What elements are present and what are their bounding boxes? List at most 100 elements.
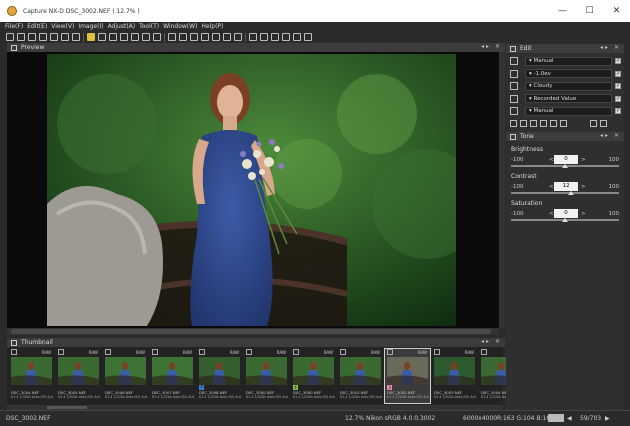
preview-controls[interactable]: ◂▸ ✕ [481,43,502,50]
thumbnail-view-icon[interactable] [87,33,95,41]
thumbnail-checkbox[interactable] [293,349,299,355]
edit-row-checkbox[interactable]: ✓ [615,108,621,114]
control-point-icon[interactable] [234,33,242,41]
thumbnail-item[interactable]: RAW 3 DSC_3002.NEF f/1.4 1/320s Auto ISO Au… [384,348,431,404]
edit-dropdown[interactable]: ▾ Manual [525,106,612,116]
thumbnail-checkbox[interactable] [434,349,440,355]
rotate-icon[interactable] [201,33,209,41]
preview-area[interactable] [7,52,499,328]
fullscreen-icon[interactable] [109,33,117,41]
thumbnail-item[interactable]: RAW 4 DSC_3000.NEF f/1.4 1/320s Auto ISO Au… [291,349,336,403]
preview-vertical-scrollbar[interactable] [499,52,505,328]
filmstrip-icon[interactable] [142,33,150,41]
edit-row-checkbox[interactable]: ✓ [615,70,621,77]
thumbnail-checkbox[interactable] [152,349,158,355]
thumbnail-checkbox[interactable] [58,349,64,355]
thumbnail-checkbox[interactable] [481,349,487,355]
thumbnail-item[interactable]: RAW DSC_3000.NEF f/1.4 1/320s Auto ISO Aut [244,349,289,403]
slider-value-input[interactable]: 0 [554,209,578,218]
menu-window[interactable]: Window(W) [163,23,197,30]
thumbnail-checkbox[interactable] [199,349,205,355]
minimize-button[interactable]: — [549,0,576,22]
menu-help[interactable]: Help(P) [201,23,223,30]
thumbnail-item[interactable]: RAW DSC_3001.NEF f/1.4 1/320s Auto ISO Aut [338,349,383,403]
edit-row-checkbox[interactable]: ✓ [615,58,621,64]
prev-image-button[interactable]: ◀ [567,415,572,422]
straighten-tool-icon[interactable] [520,120,527,127]
edit-row-checkbox[interactable]: ✓ [615,83,621,89]
thumbnail-item[interactable]: RAW DSC_3003.NEF f/1.4 1/320s Auto ISO Aut [432,349,477,403]
crop-icon[interactable] [168,33,176,41]
thumbnail-item[interactable]: RAW DSC_3005.NEF f/1.4 1/320s Auto ISO Aut [56,349,101,403]
batch-icon[interactable] [50,33,58,41]
single-view-icon[interactable] [98,33,106,41]
tone-controls[interactable]: ◂▸ ✕ [600,132,621,139]
redeye-icon[interactable] [223,33,231,41]
thumbnail-checkbox[interactable] [246,349,252,355]
slider-track[interactable] [511,192,619,194]
levels-tool-icon[interactable] [530,120,537,127]
menu-adjust[interactable]: Adjust(A) [108,23,136,30]
lens-tool-icon[interactable] [550,120,557,127]
filter-clear-icon[interactable] [304,33,312,41]
slider-decrement[interactable]: < [549,211,554,217]
slider-decrement[interactable]: < [549,157,554,163]
rotate-tool-icon[interactable] [540,120,547,127]
star-icon[interactable] [282,33,290,41]
thumbnail-checkbox[interactable] [340,349,346,355]
slider-increment[interactable]: > [581,157,586,163]
slider-value-input[interactable]: 12 [554,182,578,191]
preview-horizontal-scrollbar[interactable] [7,328,499,335]
compare-2-icon[interactable] [120,33,128,41]
curves-tool-icon[interactable] [560,120,567,127]
edit-controls[interactable]: ◂▸ ✕ [600,44,621,51]
thumbnail-checkbox[interactable] [105,349,111,355]
retouch-icon[interactable] [212,33,220,41]
undo-icon[interactable] [600,120,607,127]
menu-file[interactable]: File(F) [5,23,23,30]
menu-view[interactable]: View(V) [51,23,74,30]
close-button[interactable]: ✕ [603,0,630,22]
crop-tool-icon[interactable] [510,120,517,127]
adjust-icon[interactable] [271,33,279,41]
edit-dropdown[interactable]: ▾ Manual [525,56,612,66]
slider-increment[interactable]: > [581,184,586,190]
thumbnail-item[interactable]: RAW DSC_3006.NEF f/1.4 1/320s Auto ISO Aut [103,349,148,403]
straighten-icon[interactable] [190,33,198,41]
print-icon[interactable] [72,33,80,41]
thumbnail-checkbox[interactable] [11,349,17,355]
lut-icon[interactable] [260,33,268,41]
compare-4-icon[interactable] [131,33,139,41]
brush-icon[interactable] [179,33,187,41]
slider-increment[interactable]: > [581,211,586,217]
slider-row: -100 <12 >100 [511,182,619,192]
edit-dropdown[interactable]: ▾ -1.0ev [525,69,612,78]
slider-handle[interactable] [562,164,568,168]
back-icon[interactable] [28,33,36,41]
menu-edit[interactable]: Edit(E) [27,23,47,30]
folder-icon[interactable] [17,33,25,41]
thumbnail-item[interactable]: RAW 7 DSC_3008.NEF f/1.4 1/320s Auto ISO Au… [197,349,242,403]
edit-dropdown[interactable]: ▾ Cloudy [525,81,612,91]
thumbnail-controls[interactable]: ◂▸ ✕ [481,338,502,345]
filter-icon[interactable] [293,33,301,41]
thumbnail-item[interactable]: RAWDSC_3004.NEFf/1.4 1/320s Auto ISO Aut [9,349,54,403]
grid-icon[interactable] [153,33,161,41]
edit-row-checkbox[interactable]: ✓ [615,95,621,102]
edit-dropdown[interactable]: ▾ Recorded Value [525,94,612,103]
save-icon[interactable] [61,33,69,41]
slider-decrement[interactable]: < [549,184,554,190]
menu-tool[interactable]: Tool(T) [139,23,159,30]
reset-icon[interactable] [590,120,597,127]
slider-handle[interactable] [562,218,568,222]
slider-handle[interactable] [568,191,575,195]
thumbnail-checkbox[interactable] [387,349,393,355]
next-image-button[interactable]: ▶ [605,415,610,422]
maximize-button[interactable]: ☐ [576,0,603,22]
browser-icon[interactable] [6,33,14,41]
monitor-icon[interactable] [249,33,257,41]
open-folder-icon[interactable] [39,33,47,41]
menu-image[interactable]: Image(I) [78,23,103,30]
slider-value-input[interactable]: 0 [554,155,578,164]
thumbnail-item[interactable]: RAW DSC_3007.NEF f/1.4 1/320s Auto ISO Aut [150,349,195,403]
